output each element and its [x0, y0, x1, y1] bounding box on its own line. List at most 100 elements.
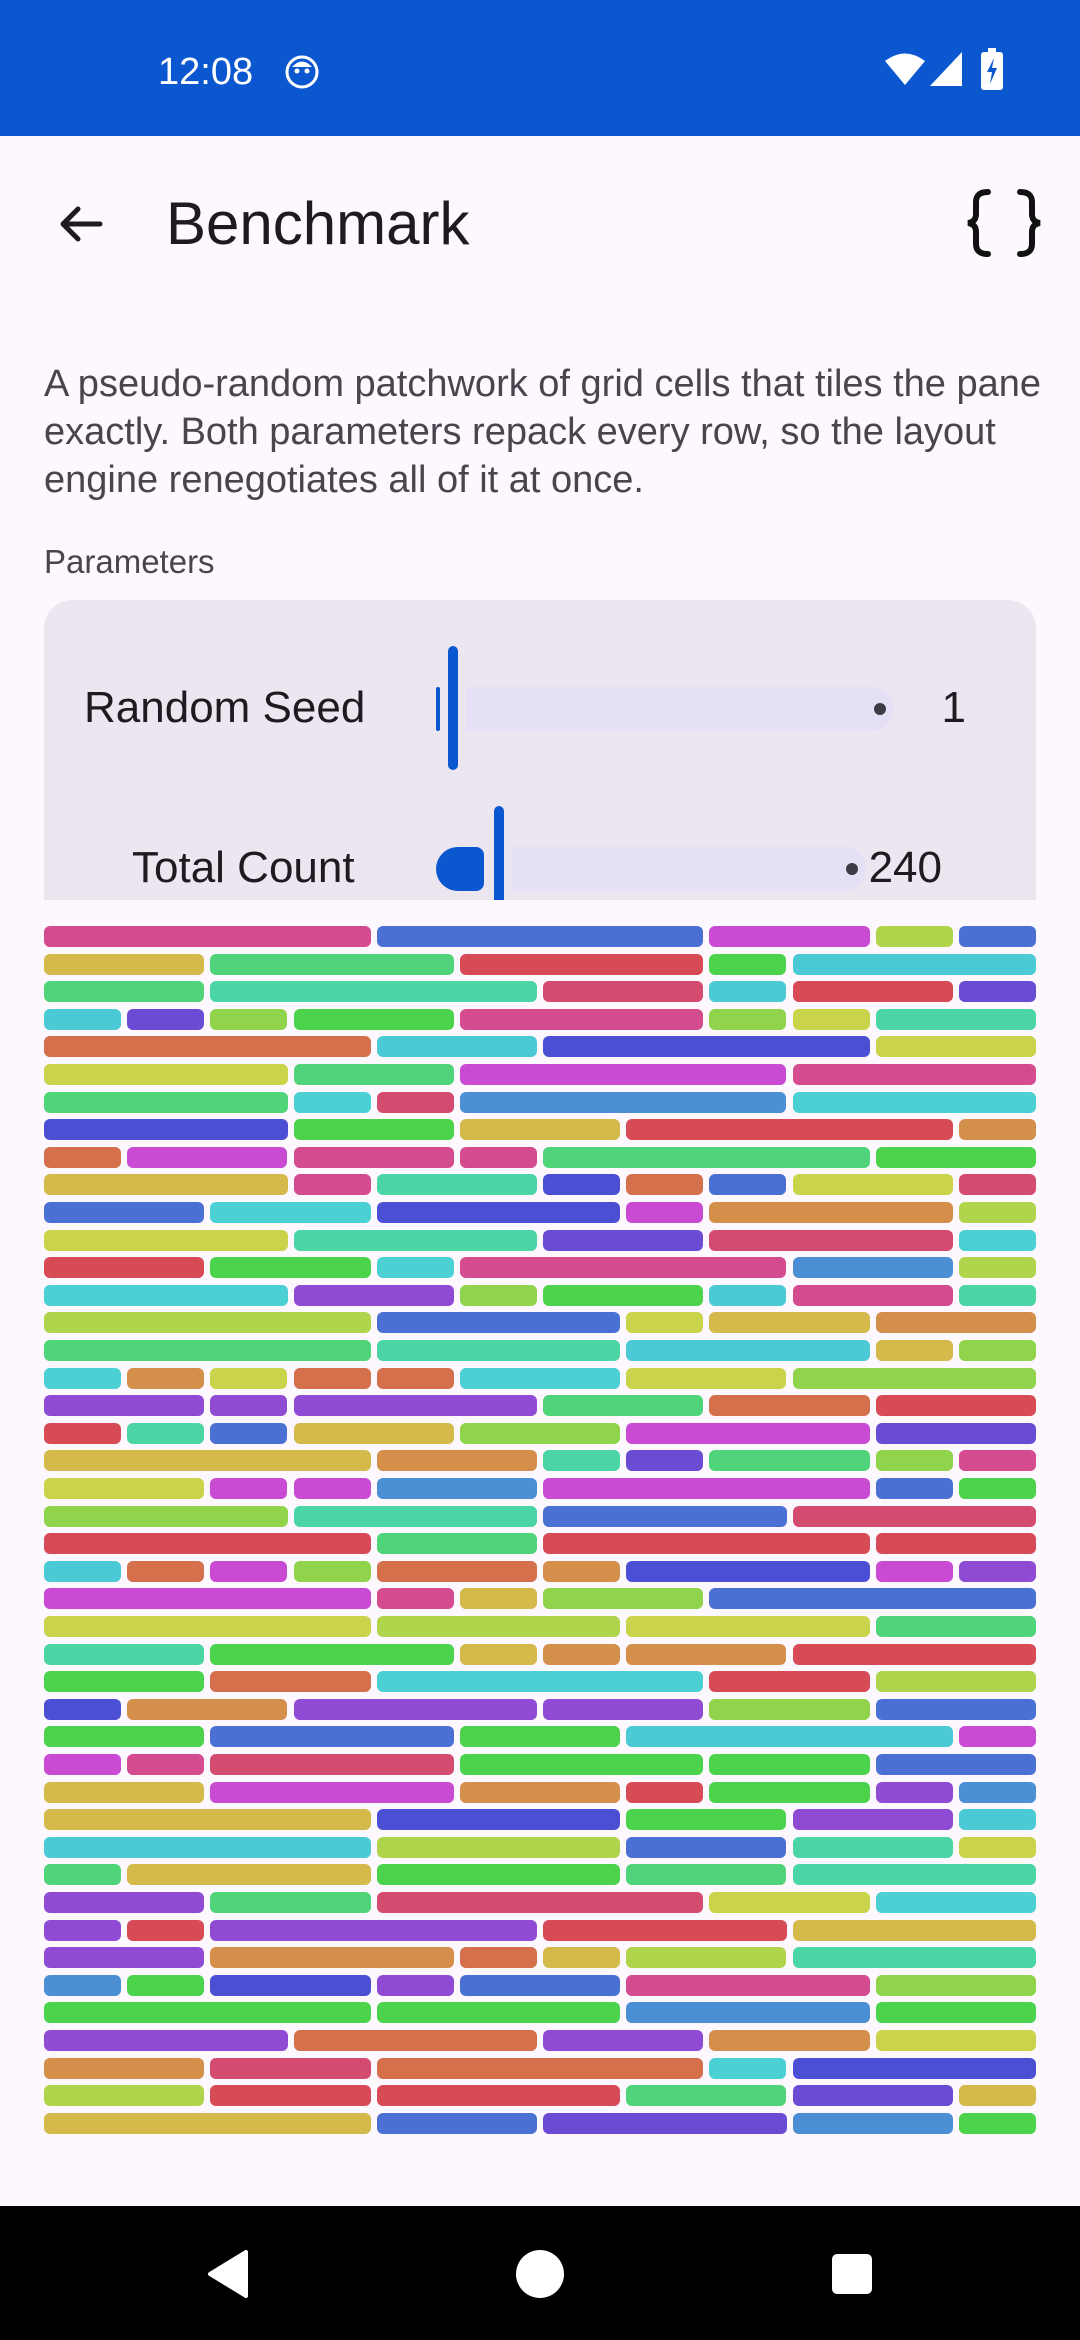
grid-cell: [875, 2030, 1036, 2051]
grid-cell: [626, 2085, 787, 2107]
grid-cell: [44, 1698, 122, 1720]
grid-cell: [44, 1422, 122, 1444]
grid-cell: [543, 1284, 704, 1306]
grid-cell: [543, 1395, 704, 1417]
grid-cell: [210, 1892, 371, 1913]
grid-cell: [127, 1974, 205, 1996]
grid-cell: [44, 1119, 288, 1141]
grid-cell: [210, 1367, 288, 1389]
code-braces-icon: [967, 189, 1041, 257]
grid-cell: [210, 1560, 288, 1582]
grid-cell: [44, 1919, 122, 1941]
grid-cell: [626, 1864, 787, 1886]
grid-cell: [210, 1754, 454, 1775]
grid-cell: [459, 1974, 621, 1996]
home-circle-icon: [516, 2250, 564, 2298]
grid-cell: [626, 1119, 953, 1141]
grid-cell: [293, 1284, 454, 1306]
grid-cell: [626, 1340, 870, 1361]
grid-cell: [127, 1864, 371, 1886]
grid-cell: [44, 1064, 288, 1085]
grid-cell: [293, 1505, 537, 1527]
grid-cell: [210, 981, 537, 1003]
grid-cell: [44, 1781, 205, 1803]
grid-cell: [127, 1560, 205, 1582]
status-time: 12:08: [158, 51, 254, 93]
total-count-slider[interactable]: [434, 802, 894, 900]
grid-cell: [792, 1174, 953, 1196]
grid-cell: [44, 1036, 371, 1058]
grid-cell: [376, 1809, 621, 1831]
grid-cell: [127, 1146, 288, 1168]
source-code-button[interactable]: [958, 180, 1050, 266]
grid-cell: [376, 1174, 537, 1196]
grid-cell: [792, 2112, 953, 2134]
grid-cell: [958, 2085, 1036, 2107]
back-button[interactable]: [40, 184, 120, 264]
grid-cell: [44, 1091, 288, 1113]
grid-cell: [44, 1726, 205, 1748]
grid-cell: [376, 926, 704, 947]
slider-handle[interactable]: [494, 806, 504, 900]
grid-cell: [127, 1754, 205, 1775]
grid-cell: [376, 1257, 454, 1279]
grid-cell: [792, 2085, 953, 2107]
grid-cell: [376, 1533, 537, 1555]
grid-cell: [875, 1450, 953, 1472]
page-title: Benchmark: [166, 190, 470, 257]
grid-cell: [44, 1864, 122, 1886]
grid-cell: [127, 1008, 205, 1030]
grid-cell: [44, 1809, 371, 1831]
grid-cell: [543, 1505, 787, 1527]
grid-cell: [376, 1836, 621, 1858]
slider-active-track: [436, 687, 440, 731]
grid-cell: [792, 2057, 1036, 2079]
grid-cell: [958, 1202, 1036, 1223]
grid-cell: [543, 1698, 704, 1720]
grid-cell: [210, 1257, 371, 1279]
grid-cell: [709, 1754, 870, 1775]
grid-cell: [875, 1533, 1036, 1555]
grid-cell: [210, 1947, 454, 1969]
grid-cell: [210, 1202, 371, 1223]
grid-cell: [543, 1478, 870, 1499]
grid-cell: [875, 1671, 1036, 1693]
grid-cell: [958, 1229, 1036, 1251]
total-count-label: Total Count: [132, 843, 355, 892]
grid-cell: [210, 1643, 454, 1665]
battery-charging-icon: [981, 48, 1003, 90]
status-bar: 12:08: [0, 0, 1080, 136]
grid-cell: [44, 1560, 122, 1582]
grid-cell: [543, 1947, 621, 1969]
grid-cell: [792, 1505, 1036, 1527]
grid-cell: [958, 1560, 1036, 1582]
grid-cell: [709, 1698, 870, 1720]
slider-handle[interactable]: [448, 646, 458, 770]
grid-cell: [543, 1450, 621, 1472]
grid-cell: [626, 1836, 787, 1858]
grid-cell: [875, 1560, 953, 1582]
grid-cell: [44, 2002, 371, 2024]
grid-cell: [376, 2002, 621, 2024]
grid-cell: [792, 1947, 1036, 1969]
grid-cell: [709, 981, 787, 1003]
grid-cell: [459, 1726, 621, 1748]
back-triangle-icon: [208, 2250, 248, 2298]
grid-cell: [210, 1395, 288, 1417]
grid-cell: [792, 1284, 953, 1306]
grid-cell: [210, 953, 454, 975]
nav-back-button[interactable]: [192, 2238, 264, 2310]
grid-cell: [293, 1091, 371, 1113]
grid-cell: [293, 1229, 537, 1251]
grid-cell: [626, 1616, 870, 1637]
grid-cell: [958, 2112, 1036, 2134]
grid-cell: [127, 1698, 288, 1720]
grid-cell: [44, 1367, 122, 1389]
grid-cell: [792, 981, 953, 1003]
nav-recents-button[interactable]: [816, 2238, 888, 2310]
grid-cell: [875, 1974, 1036, 1996]
grid-cell: [958, 1174, 1036, 1196]
nav-home-button[interactable]: [504, 2238, 576, 2310]
random-seed-slider[interactable]: [434, 642, 914, 770]
grid-cell: [958, 1809, 1036, 1831]
